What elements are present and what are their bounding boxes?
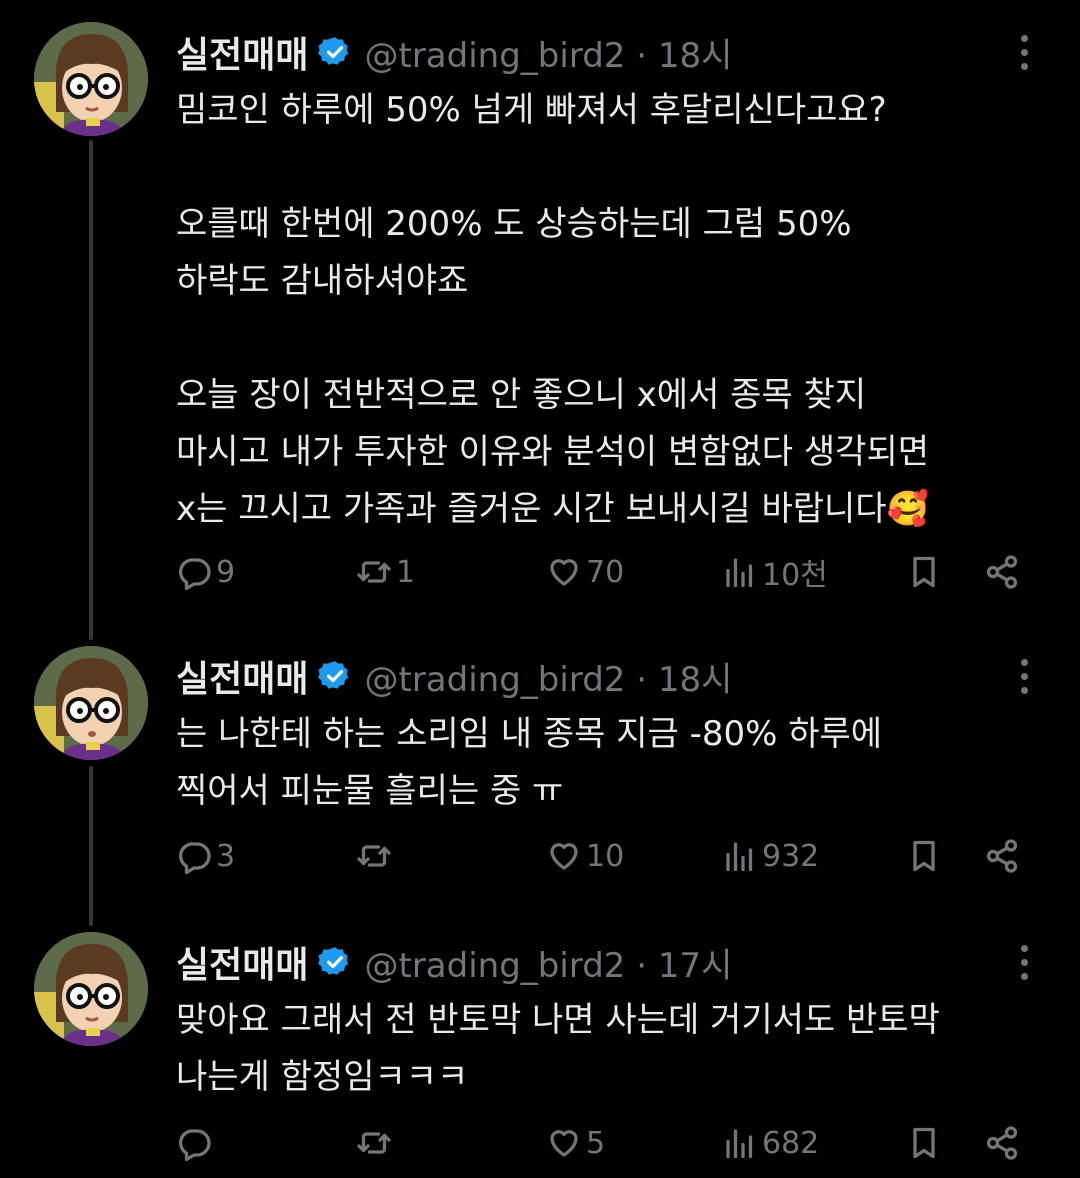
reply-count: 3 [216, 838, 236, 874]
avatar-image [34, 646, 148, 760]
views-icon [726, 558, 753, 588]
avatar[interactable] [34, 22, 148, 136]
action-bar: 9 1 70 10천 [176, 547, 1056, 597]
avatar[interactable] [34, 646, 148, 760]
views-count: 932 [762, 838, 820, 874]
verified-badge-icon [318, 661, 349, 689]
author-name[interactable]: 실전매매 [176, 650, 308, 702]
tweet-header: 실전매매 @trading_bird2 · 17시 [176, 932, 732, 992]
like-icon [550, 1130, 578, 1157]
share-button[interactable] [984, 1118, 1020, 1168]
like-button[interactable]: 10 [546, 831, 624, 881]
author-handle[interactable]: @trading_bird2 · 17시 [364, 938, 732, 987]
tweet-2[interactable]: 실전매매 @trading_bird2 · 18시 는 나한테 하는 소리임 내… [0, 646, 1080, 896]
share-icon [986, 555, 1018, 589]
views-button[interactable]: 10천 [722, 547, 828, 597]
views-icon [726, 842, 753, 872]
like-icon [550, 843, 578, 870]
bookmark-button[interactable] [906, 1118, 942, 1168]
share-button[interactable] [984, 831, 1020, 881]
repost-icon [357, 1132, 391, 1154]
share-icon [986, 1126, 1018, 1160]
tweet-text: 맞아요 그래서 전 반토막 나면 사는데 거기서도 반토막 나는게 함정임ㅋㅋㅋ [176, 1000, 940, 1097]
like-icon [550, 559, 578, 586]
repost-button[interactable]: 1 [356, 547, 415, 597]
action-bar: 5 682 [176, 1118, 1056, 1168]
reply-button[interactable]: 3 [176, 831, 235, 881]
views-button[interactable]: 682 [722, 1118, 819, 1168]
tweet-1[interactable]: 실전매매 @trading_bird2 · 18시 밈코인 하루에 50% 넘게… [0, 22, 1080, 612]
more-options-icon[interactable] [1006, 28, 1042, 76]
author-handle[interactable]: @trading_bird2 · 18시 [364, 652, 732, 701]
more-options-icon[interactable] [1006, 938, 1042, 986]
reply-button[interactable]: 9 [176, 547, 235, 597]
bookmark-icon [913, 840, 935, 872]
more-options-icon[interactable] [1006, 652, 1042, 700]
tweet-header: 실전매매 @trading_bird2 · 18시 [176, 646, 732, 706]
avatar-image [34, 932, 148, 1046]
reply-icon [179, 842, 211, 874]
views-count: 10천 [762, 558, 828, 593]
avatar[interactable] [34, 932, 148, 1046]
author-name[interactable]: 실전매매 [176, 936, 308, 988]
repost-button[interactable] [356, 831, 396, 881]
like-count: 70 [586, 554, 625, 590]
repost-button[interactable] [356, 1118, 396, 1168]
avatar-image [34, 22, 148, 136]
like-button[interactable]: 5 [546, 1118, 605, 1168]
share-button[interactable] [984, 547, 1020, 597]
tweet-text: 는 나한테 하는 소리임 내 종목 지금 -80% 하루에 찍어서 피눈물 흘리… [176, 714, 883, 811]
like-count: 5 [586, 1125, 606, 1161]
bookmark-icon [913, 556, 935, 588]
share-icon [986, 839, 1018, 873]
author-handle[interactable]: @trading_bird2 · 18시 [364, 28, 732, 77]
tweet-3[interactable]: 실전매매 @trading_bird2 · 17시 맞아요 그래서 전 반토막 … [0, 932, 1080, 1178]
like-button[interactable]: 70 [546, 547, 624, 597]
tweet-header: 실전매매 @trading_bird2 · 18시 [176, 22, 732, 82]
bookmark-button[interactable] [906, 547, 942, 597]
views-button[interactable]: 932 [722, 831, 819, 881]
repost-icon [357, 561, 391, 583]
bookmark-icon [913, 1127, 935, 1159]
author-name[interactable]: 실전매매 [176, 26, 308, 78]
views-icon [726, 1129, 753, 1159]
verified-badge-icon [318, 37, 349, 65]
tweet-text: 밈코인 하루에 50% 넘게 빠져서 후달리신다고요? 오를때 한번에 200%… [176, 90, 930, 529]
reply-icon [179, 1129, 211, 1161]
repost-count: 1 [396, 554, 416, 590]
views-count: 682 [762, 1125, 820, 1161]
verified-badge-icon [318, 947, 349, 975]
reply-count: 9 [216, 554, 236, 590]
repost-icon [357, 845, 391, 867]
bookmark-button[interactable] [906, 831, 942, 881]
reply-button[interactable] [176, 1118, 216, 1168]
action-bar: 3 10 932 [176, 831, 1056, 881]
reply-icon [179, 558, 211, 590]
like-count: 10 [586, 838, 625, 874]
